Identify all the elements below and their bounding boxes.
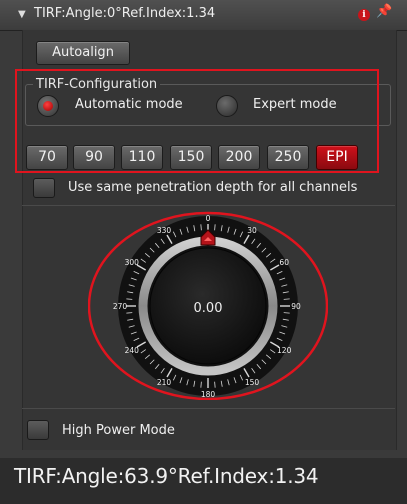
autoalign-button[interactable]: Autoalign: [36, 41, 130, 65]
dial-tick-label: 120: [277, 346, 292, 355]
high-power-label: High Power Mode: [62, 423, 175, 438]
panel-title-bar[interactable]: ▼ TIRF:Angle:0°Ref.Index:1.34 i 📌: [0, 0, 407, 31]
same-depth-label: Use same penetration depth for all chann…: [68, 180, 358, 195]
dial-tick: [126, 312, 133, 314]
pin-icon[interactable]: 📌: [376, 4, 392, 19]
configuration-highlight-box: [15, 69, 379, 173]
dial-tick: [200, 381, 202, 388]
tirf-angle-dial[interactable]: 0 30 60 90 120 150 180 210 240 270 300 330 0.00: [88, 210, 328, 400]
same-depth-checkbox[interactable]: [33, 178, 55, 198]
footer-readout-bar: TIRF:Angle:63.9°Ref.Index:1.34: [0, 458, 407, 504]
divider: [22, 205, 395, 206]
tirf-readout-caption: TIRF:Angle:63.9°Ref.Index:1.34: [14, 464, 319, 488]
dial-tick-label: 240: [125, 346, 140, 355]
high-power-checkbox[interactable]: [27, 420, 49, 440]
divider: [22, 408, 395, 409]
panel-title: TIRF:Angle:0°Ref.Index:1.34: [34, 6, 216, 21]
dial-tick-label: 0: [206, 214, 211, 223]
dial-tick-label: 300: [125, 258, 140, 267]
dial-tick-label: 30: [247, 226, 257, 235]
dial-tick-label: 90: [291, 302, 301, 311]
dial-tick-label: 330: [157, 226, 172, 235]
dial-tick-label: 60: [279, 258, 289, 267]
dial-tick: [214, 224, 216, 231]
info-icon[interactable]: i: [358, 9, 370, 21]
dial-tick: [200, 224, 202, 231]
dial-tick-label: 150: [245, 378, 260, 387]
dial-tick-label: 270: [113, 302, 128, 311]
collapse-arrow-icon[interactable]: ▼: [18, 9, 26, 20]
dial-value: 0.00: [194, 301, 223, 316]
dial-tick: [283, 298, 290, 300]
tirf-panel: ▼ TIRF:Angle:0°Ref.Index:1.34 i 📌 Autoal…: [0, 0, 407, 458]
dial-tick-label: 180: [201, 390, 216, 399]
dial-tick: [283, 312, 290, 314]
dial-tick: [214, 381, 216, 388]
dial-tick-label: 210: [157, 378, 172, 387]
dial-tick: [126, 298, 133, 300]
